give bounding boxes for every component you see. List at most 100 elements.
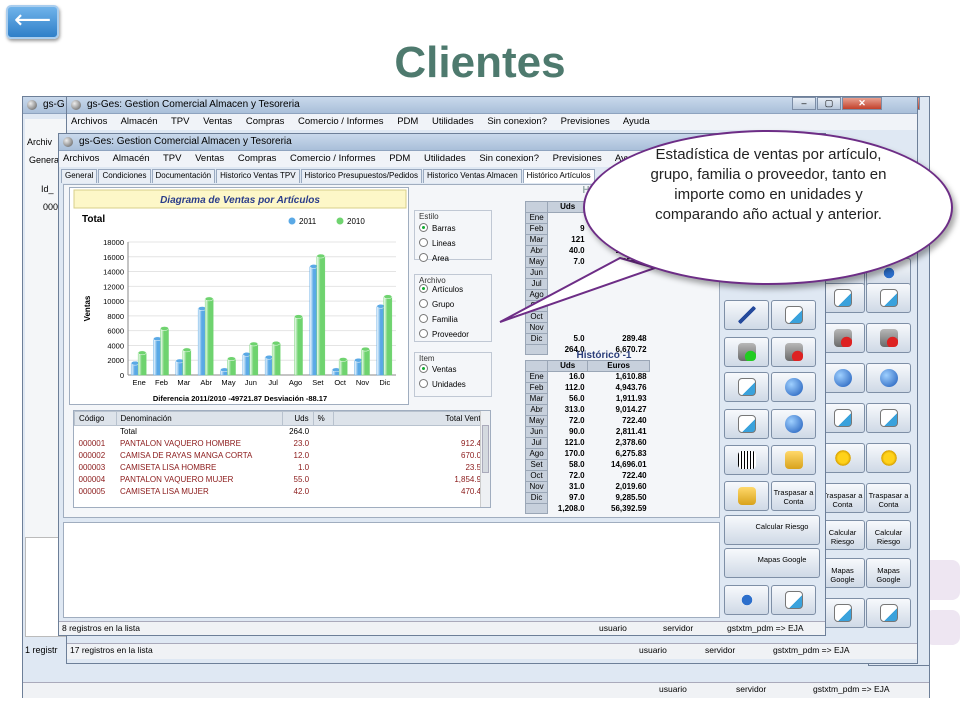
- hist-row[interactable]: Set 58.0 14,696.01: [524, 459, 650, 471]
- undo-button[interactable]: [724, 585, 769, 615]
- tab-general[interactable]: General: [61, 169, 98, 183]
- mid-traspasar-button[interactable]: Traspasar a Conta: [820, 483, 865, 513]
- mid-tool-button[interactable]: [820, 403, 865, 433]
- tab-condiciones[interactable]: Condiciones: [98, 169, 151, 183]
- mid-mapas-button[interactable]: Mapas Google: [820, 558, 865, 588]
- minimize-button[interactable]: –: [792, 97, 816, 110]
- menu-utilidades[interactable]: Utilidades: [432, 116, 474, 127]
- mid-tool-button[interactable]: [820, 283, 865, 313]
- menu-tpv[interactable]: TPV: [163, 153, 181, 164]
- tab-historico-almacen[interactable]: Historico Ventas Almacen: [422, 169, 522, 183]
- articles-header-cell[interactable]: Total Venta: [333, 411, 490, 426]
- hist-row[interactable]: Mar 56.0 1,911.93: [524, 393, 650, 405]
- back-tab-archivos[interactable]: Archiv: [27, 137, 52, 147]
- radio-barras[interactable]: Barras: [419, 221, 456, 236]
- articles-scrollbar[interactable]: [480, 411, 490, 507]
- close-button[interactable]: ✕: [842, 97, 882, 110]
- table-row[interactable]: 000001 PANTALON VAQUERO HOMBRE 23.0 912.40: [75, 438, 490, 450]
- articles-header-cell[interactable]: Código: [74, 411, 117, 426]
- hist-row[interactable]: Nov 31.0 2,019.60: [524, 481, 650, 493]
- radio-proveedor[interactable]: Proveedor: [419, 327, 469, 342]
- articles-header-cell[interactable]: %: [312, 411, 335, 426]
- menu-comercio[interactable]: Comercio / Informes: [290, 153, 376, 164]
- hist-row[interactable]: Oct 72.0 722.40: [524, 470, 650, 482]
- mid-window-titlebar[interactable]: gs-Ges: Gestion Comercial Almacen y Teso…: [67, 97, 917, 114]
- mid-globe-button[interactable]: [866, 363, 911, 393]
- folder-star-button[interactable]: [771, 445, 816, 475]
- hist-row[interactable]: May 72.0 722.40: [524, 415, 650, 427]
- mid-db-delete-button[interactable]: [820, 323, 865, 353]
- doc-arrow-button[interactable]: [771, 300, 816, 330]
- menu-previsiones[interactable]: Previsiones: [561, 116, 610, 127]
- hist-row[interactable]: Jul 121.0 2,378.60: [524, 437, 650, 449]
- mid-tool-button[interactable]: [866, 598, 911, 628]
- mid-tool-button[interactable]: [820, 598, 865, 628]
- articles-header-cell[interactable]: Uds: [281, 411, 314, 426]
- table-row[interactable]: 000005 CAMISETA LISA MUJER 42.0 470.40: [75, 486, 490, 498]
- print-button[interactable]: [771, 585, 816, 615]
- tab-historico-presupuestos[interactable]: Historico Presupuestos/Pedidos: [300, 169, 422, 183]
- hist-row[interactable]: Dic 97.0 9,285.50: [524, 492, 650, 504]
- table-row[interactable]: 000003 CAMISETA LISA HOMBRE 1.0 23.50: [75, 462, 490, 474]
- mid-star-button[interactable]: [866, 443, 911, 473]
- table-row[interactable]: 000004 PANTALON VAQUERO MUJER 55.0 1,854.94: [75, 474, 490, 486]
- menu-comercio[interactable]: Comercio / Informes: [298, 116, 384, 127]
- back-tab-general[interactable]: Genera: [29, 155, 59, 165]
- tab-historico-articulos[interactable]: Histórico Artículos: [522, 169, 595, 183]
- back-button[interactable]: ⟵: [6, 5, 59, 39]
- articles-total-row[interactable]: Total 264.0: [75, 426, 490, 438]
- mid-tool-button[interactable]: [866, 403, 911, 433]
- menu-pdm[interactable]: PDM: [397, 116, 418, 127]
- menu-ayuda[interactable]: Ayuda: [623, 116, 650, 127]
- mid-mapas-button[interactable]: Mapas Google: [866, 558, 911, 588]
- radio-grupo[interactable]: Grupo: [419, 297, 469, 312]
- menu-ventas[interactable]: Ventas: [203, 116, 232, 127]
- radio-ventas[interactable]: Ventas: [419, 362, 466, 377]
- notes-button[interactable]: [724, 481, 769, 511]
- mid-calcular-button[interactable]: Calcular Riesgo: [866, 520, 911, 550]
- map-button[interactable]: [771, 409, 816, 439]
- menu-previsiones[interactable]: Previsiones: [553, 153, 602, 164]
- hist-row[interactable]: Set: [524, 300, 650, 312]
- hist-row[interactable]: Oct: [524, 311, 650, 323]
- hist-row[interactable]: Abr 313.0 9,014.27: [524, 404, 650, 416]
- hist-row[interactable]: Dic 5.0 289.48: [524, 333, 650, 345]
- radio-lineas[interactable]: Lineas: [419, 236, 456, 251]
- menu-archivos[interactable]: Archivos: [71, 116, 107, 127]
- hist-row[interactable]: Jun: [524, 267, 650, 279]
- tab-historico-tpv[interactable]: Historico Ventas TPV: [216, 169, 300, 183]
- menu-tpv[interactable]: TPV: [171, 116, 189, 127]
- menu-almacen[interactable]: Almacén: [113, 153, 150, 164]
- hist-row[interactable]: Ago: [524, 289, 650, 301]
- mid-db-delete-button[interactable]: [866, 323, 911, 353]
- mid-globe-button[interactable]: [820, 363, 865, 393]
- traspasar-button[interactable]: Traspasar a Conta: [771, 481, 816, 511]
- hist-row[interactable]: Jun 90.0 2,811.41: [524, 426, 650, 438]
- radio-area[interactable]: Area: [419, 251, 456, 266]
- export-button[interactable]: [724, 372, 769, 402]
- hist-row[interactable]: Ene 16.0 1,610.88: [524, 371, 650, 383]
- db-delete-button[interactable]: [771, 337, 816, 367]
- calcular-riesgo-button[interactable]: Calcular Riesgo: [724, 515, 820, 545]
- menu-compras[interactable]: Compras: [246, 116, 285, 127]
- pencil-button[interactable]: [724, 300, 769, 330]
- globe-button[interactable]: [771, 372, 816, 402]
- menu-pdm[interactable]: PDM: [389, 153, 410, 164]
- mapas-google-button[interactable]: Mapas Google: [724, 548, 820, 578]
- radio-unidades[interactable]: Unidades: [419, 377, 466, 392]
- hist-row[interactable]: Nov: [524, 322, 650, 334]
- menu-compras[interactable]: Compras: [238, 153, 277, 164]
- menu-archivos[interactable]: Archivos: [63, 153, 99, 164]
- tab-documentacion[interactable]: Documentación: [151, 169, 216, 183]
- mid-star-button[interactable]: [820, 443, 865, 473]
- articles-header-cell[interactable]: Denominación: [115, 411, 283, 426]
- menu-almacen[interactable]: Almacén: [121, 116, 158, 127]
- hist-row[interactable]: Ago 170.0 6,275.83: [524, 448, 650, 460]
- db-add-button[interactable]: [724, 337, 769, 367]
- menu-sin-conexion[interactable]: Sin conexion?: [487, 116, 547, 127]
- hist-row[interactable]: Feb 112.0 4,943.76: [524, 382, 650, 394]
- mid-tool-button[interactable]: [866, 283, 911, 313]
- stack-button[interactable]: [724, 409, 769, 439]
- radio-articulos[interactable]: Artículos: [419, 282, 469, 297]
- menu-sin-conexion[interactable]: Sin conexion?: [479, 153, 539, 164]
